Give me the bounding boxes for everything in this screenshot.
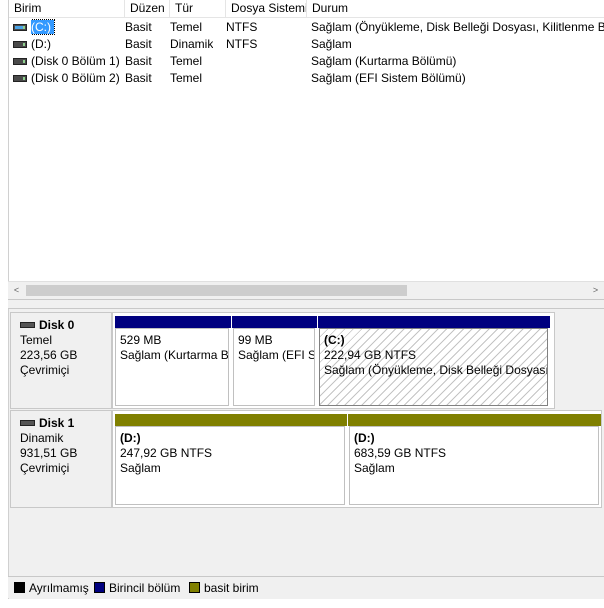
volume-status: Sağlam (Önyükleme, Disk Belleği Dosyası,… [311,20,604,34]
partition-d-2[interactable]: (D:) 683,59 GB NTFS Sağlam [347,411,601,507]
volume-icon [13,75,27,82]
scroll-right-arrow-icon[interactable]: > [587,282,604,299]
partition-status: Sağlam (Önyükleme, Disk Belleği Dosyası, [324,363,548,377]
disk-partitions: 529 MB Sağlam (Kurtarma B 99 MB Sağlam (… [112,312,555,409]
partition-size: 99 MB [238,333,273,347]
partition-bar [318,316,550,328]
horizontal-scrollbar[interactable]: < > [8,281,604,299]
partition-status: Sağlam (EFI S [238,348,315,362]
disk-size: 931,51 GB [20,446,78,460]
volume-status: Sağlam (Kurtarma Bölümü) [311,54,457,68]
partition-size: 247,92 GB NTFS [120,446,213,460]
disk-label[interactable]: Disk 1 Dinamik 931,51 GB Çevrimiçi [10,410,112,508]
column-header: Birim Düzen Tür Dosya Sistemi Durum [9,0,604,18]
partition-recovery[interactable]: 529 MB Sağlam (Kurtarma B [113,313,231,408]
column-duzen[interactable]: Düzen [125,0,170,17]
volume-type: Temel [170,20,203,34]
partition-size: 683,59 GB NTFS [354,446,447,460]
partition-status: Sağlam (Kurtarma B [120,348,229,362]
partition-status: Sağlam [354,461,395,475]
partition-label: (D:) [354,431,375,445]
disk-map-pane: Disk 0 Temel 223,56 GB Çevrimiçi 529 MB … [8,309,604,599]
partition-status: Sağlam [120,461,161,475]
volume-layout: Basit [125,71,152,85]
disk-row-1: Disk 1 Dinamik 931,51 GB Çevrimiçi (D:) … [9,410,604,508]
disk-row-0: Disk 0 Temel 223,56 GB Çevrimiçi 529 MB … [9,312,604,409]
volume-name: (C:) [31,19,55,35]
volume-row[interactable]: (C:) Basit Temel NTFS Sağlam (Önyükleme,… [9,19,604,36]
partition-bar [348,414,601,426]
partition-label: (C:) [324,333,345,347]
partition-bar [115,414,347,426]
volume-list-pane: Birim Düzen Tür Dosya Sistemi Durum (C:)… [8,0,604,299]
legend-swatch [189,582,200,593]
volume-type: Temel [170,54,203,68]
legend-bar: Ayrılmamış Birincil bölüm basit birim [8,576,604,598]
legend-simple: basit birim [189,581,259,595]
disk-state: Çevrimiçi [20,461,70,475]
volume-icon [13,41,27,48]
volume-status: Sağlam [311,37,352,51]
volume-name: (D:) [31,37,51,51]
volume-icon [13,24,27,31]
pane-splitter[interactable] [8,299,604,309]
legend-unallocated: Ayrılmamış [14,581,89,595]
volume-fs: NTFS [226,20,258,34]
volume-row[interactable]: (Disk 0 Bölüm 2) Basit Temel Sağlam (EFI… [9,70,604,87]
disk-state: Çevrimiçi [20,363,70,377]
partition-bar [232,316,317,328]
volume-row[interactable]: (D:) Basit Dinamik NTFS Sağlam [9,36,604,53]
volume-icon [13,58,27,65]
window-bottom-edge [0,599,604,608]
disk-label[interactable]: Disk 0 Temel 223,56 GB Çevrimiçi [10,312,112,409]
disk-size: 223,56 GB [20,348,78,362]
volume-type: Dinamik [170,37,214,51]
partition-size: 222,94 GB NTFS [324,348,417,362]
disk-icon [20,420,35,426]
disk-kind: Dinamik [20,431,64,445]
volume-row[interactable]: (Disk 0 Bölüm 1) Basit Temel Sağlam (Kur… [9,53,604,70]
volume-type: Temel [170,71,203,85]
volume-fs: NTFS [226,37,258,51]
legend-swatch [14,582,25,593]
volume-layout: Basit [125,54,152,68]
disk-icon [20,322,35,328]
partition-efi[interactable]: 99 MB Sağlam (EFI S [231,313,317,408]
legend-primary: Birincil bölüm [94,581,180,595]
column-tur[interactable]: Tür [170,0,226,17]
scroll-thumb[interactable] [26,285,407,296]
column-dosya-sistemi[interactable]: Dosya Sistemi [226,0,307,17]
partition-bar [115,316,231,328]
partition-size: 529 MB [120,333,162,347]
column-birim[interactable]: Birim [9,0,125,17]
disk-title: Disk 0 [39,318,75,332]
scroll-left-arrow-icon[interactable]: < [8,282,25,299]
volume-name: (Disk 0 Bölüm 1) [31,54,120,68]
volume-name: (Disk 0 Bölüm 2) [31,71,120,85]
legend-swatch [94,582,105,593]
volume-status: Sağlam (EFI Sistem Bölümü) [311,71,466,85]
disk-partitions: (D:) 247,92 GB NTFS Sağlam (D:) 683,59 G… [112,410,602,508]
column-durum[interactable]: Durum [307,0,604,17]
disk-title: Disk 1 [39,416,75,430]
volume-layout: Basit [125,37,152,51]
disk-kind: Temel [20,333,53,347]
volume-layout: Basit [125,20,152,34]
partition-label: (D:) [120,431,141,445]
partition-d-1[interactable]: (D:) 247,92 GB NTFS Sağlam [113,411,347,507]
partition-c[interactable]: (C:) 222,94 GB NTFS Sağlam (Önyükleme, D… [317,313,550,408]
